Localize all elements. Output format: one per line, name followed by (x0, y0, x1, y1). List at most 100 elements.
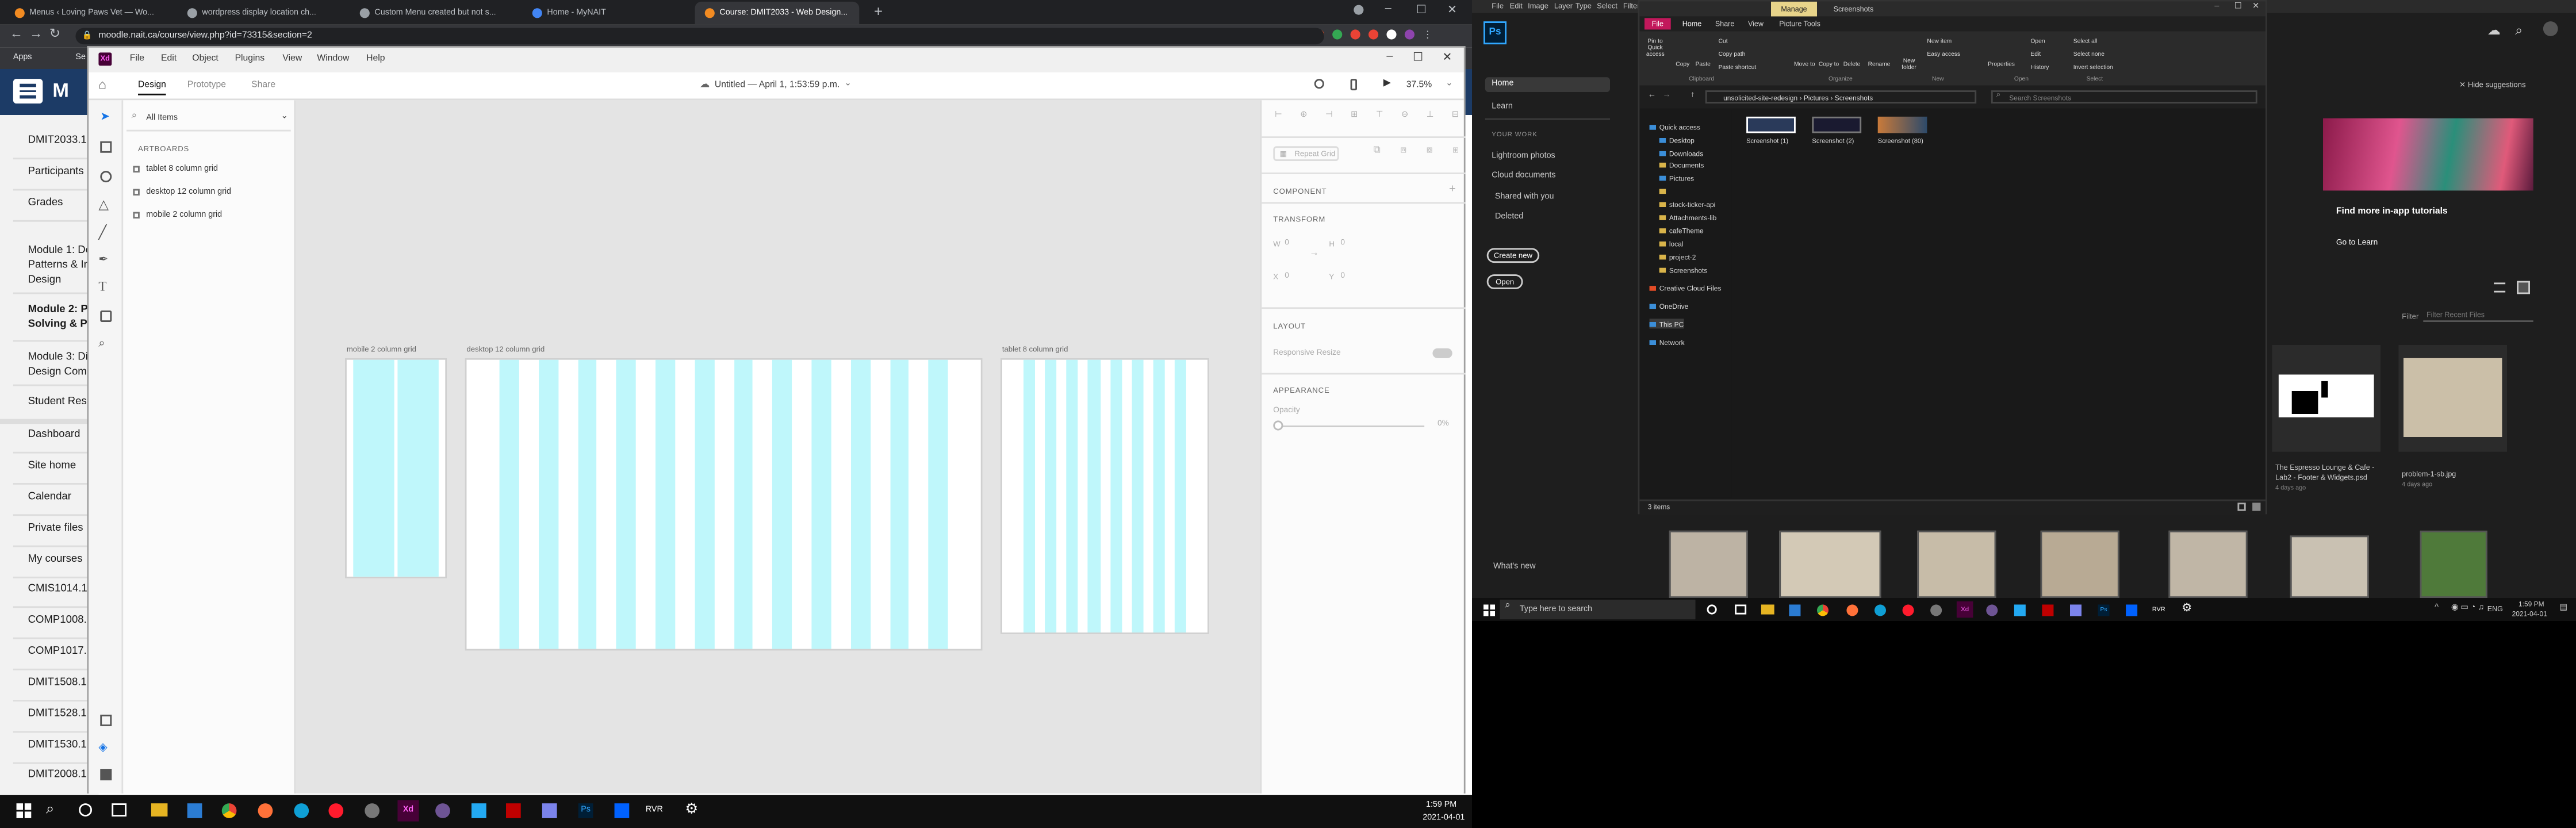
pen-tool-icon[interactable]: ✒ (98, 253, 108, 266)
bookmark-apps[interactable]: Apps (13, 52, 32, 62)
account-avatar[interactable] (2543, 21, 2558, 36)
tab-share[interactable]: Share (251, 80, 275, 90)
zoom-level[interactable]: 37.5% (1406, 80, 1432, 90)
recent-file-name[interactable]: The Espresso Lounge & Cafe - Lab2 - Foot… (2275, 463, 2384, 483)
notifications-icon[interactable]: ▤ (2559, 603, 2567, 613)
go-to-learn-link[interactable]: Go to Learn (2336, 240, 2378, 248)
play-icon[interactable]: ▶ (1383, 77, 1391, 89)
x-field[interactable]: 0 (1285, 273, 1289, 281)
nav-item[interactable]: OneDrive (1649, 301, 1688, 310)
menu-window[interactable]: Window (317, 54, 349, 64)
clock-time[interactable]: 1:59 PM (1426, 800, 1456, 810)
align-middle-icon[interactable]: ⊖ (1401, 110, 1408, 123)
pin-quick-access-button[interactable]: Pin to Quick access (1646, 38, 1665, 57)
teams-icon[interactable] (542, 803, 557, 818)
nav-item[interactable]: project-2 (1659, 251, 1696, 261)
text-tool-icon[interactable]: T (98, 279, 106, 294)
layer-artboard[interactable]: mobile 2 column grid (133, 207, 289, 222)
photo-thumbnail[interactable] (1669, 530, 1748, 598)
ribbon-tab-view[interactable]: View (1748, 20, 1764, 28)
ps-nav-home[interactable]: Home (1485, 77, 1610, 92)
extension-icon[interactable] (1386, 29, 1397, 40)
sidebar-item[interactable]: Grades (28, 197, 63, 209)
sidebar-item[interactable]: DMIT1528.1 (28, 708, 87, 719)
mobile-preview-icon[interactable] (1350, 79, 1357, 91)
sidebar-item[interactable]: Student Reso (28, 396, 93, 408)
copy-button[interactable]: Copy (1676, 61, 1689, 67)
nav-item[interactable]: Creative Cloud Files (1649, 282, 1721, 292)
layer-artboard[interactable]: tablet 8 column grid (133, 161, 289, 176)
search-icon[interactable]: ⌕ (46, 800, 54, 818)
sidebar-item[interactable]: DMIT2008.1 (28, 769, 87, 780)
document-title[interactable]: Untitled — April 1, 1:53:59 p.m. (715, 80, 840, 90)
clock-time[interactable]: 1:59 PM (2518, 600, 2544, 608)
photoshop-taskbar-icon[interactable]: Ps (578, 803, 593, 818)
menu-plugins[interactable]: Plugins (235, 54, 265, 64)
ps-deleted[interactable]: Deleted (1495, 212, 1523, 222)
opacity-slider[interactable] (1276, 425, 1425, 427)
easy-access-button[interactable]: Easy access (1927, 51, 1960, 57)
sidebar-item[interactable]: Calendar (28, 491, 71, 503)
ps-logo[interactable]: Ps (1483, 21, 1506, 45)
recent-file-name[interactable]: problem-1-sb.jpg (2402, 470, 2456, 478)
delete-button[interactable]: Delete (1843, 61, 1861, 67)
maximize-icon[interactable]: ☐ (2234, 2, 2242, 12)
address-bar[interactable]: moodle.nait.ca/course/view.php?id=73315&… (75, 28, 1324, 45)
sidebar-item[interactable]: DMIT1530.1 (28, 739, 87, 751)
windows-start-icon[interactable] (1483, 604, 1495, 616)
y-field[interactable]: 0 (1340, 273, 1345, 281)
maximize-icon[interactable]: ☐ (1413, 51, 1423, 64)
minimize-icon[interactable]: – (1386, 51, 1393, 63)
chevron-down-icon[interactable]: ⌄ (845, 79, 852, 89)
photo-thumbnail[interactable] (2420, 530, 2487, 598)
layer-filter[interactable]: All Items (146, 113, 178, 123)
chrome-icon[interactable] (221, 803, 237, 818)
ps-menu-filter[interactable]: Filter (1623, 2, 1640, 10)
browser-tab[interactable]: Custom Menu created but not s... (350, 2, 515, 25)
clock-date[interactable]: 2021-04-01 (2512, 610, 2547, 618)
sidebar-item[interactable]: CMIS1014.1 (28, 583, 87, 595)
breadcrumb-item[interactable]: unsolicited-site-redesign (1723, 94, 1797, 102)
app-icon[interactable] (1930, 604, 1942, 616)
ps-shared-with-you[interactable]: Shared with you (1495, 192, 1554, 202)
ps-menu-edit[interactable]: Edit (1510, 2, 1523, 10)
file-item[interactable]: Screenshot (2) (1809, 113, 1865, 150)
breadcrumb-item[interactable]: Pictures (1804, 94, 1828, 102)
nav-item[interactable]: Desktop (1659, 135, 1695, 144)
add-icon[interactable]: ⧉ (1374, 146, 1381, 161)
system-tray-icons[interactable]: ◉ ▭ ◔ ♫ (2451, 603, 2484, 613)
cortana-icon[interactable] (1707, 604, 1717, 615)
firefox-icon[interactable] (1846, 604, 1858, 616)
rvr-icon[interactable]: RVR (2152, 606, 2165, 612)
create-new-button[interactable]: Create new (1486, 248, 1540, 263)
windows-start-icon[interactable] (16, 803, 32, 818)
github-icon[interactable] (1986, 604, 1998, 616)
nav-item[interactable]: Documents (1659, 159, 1704, 169)
browser-tab[interactable]: Home - MyNAIT (523, 2, 687, 25)
nav-item[interactable]: Network (1649, 337, 1685, 347)
ps-cloud-documents[interactable]: Cloud documents (1492, 171, 1555, 181)
width-field[interactable]: 0 (1285, 240, 1289, 248)
artboard-tablet[interactable] (1000, 358, 1209, 634)
chevron-down-icon[interactable]: ⌄ (281, 112, 288, 121)
close-icon[interactable]: ✕ (1443, 51, 1452, 64)
open-button[interactable]: Open (1486, 274, 1523, 289)
photo-thumbnail[interactable] (2290, 535, 2369, 598)
menu-help[interactable]: Help (366, 54, 385, 64)
chevron-up-icon[interactable]: ^ (2435, 603, 2439, 613)
file-item[interactable]: Screenshot (80) (1874, 113, 1934, 150)
breadcrumb[interactable]: unsolicited-site-redesign › Pictures › S… (1705, 90, 1977, 103)
ribbon-tab-picture-tools[interactable]: Picture Tools (1779, 20, 1820, 28)
close-icon[interactable]: ✕ (1447, 3, 1457, 17)
photo-thumbnail[interactable] (1917, 530, 1996, 598)
xd-taskbar-icon[interactable]: Xd (1956, 601, 1973, 618)
manage-tab[interactable]: Manage (1771, 1, 1817, 17)
ribbon-tab-home[interactable]: Home (1682, 20, 1701, 28)
nav-item[interactable]: This PC (1649, 319, 1684, 329)
opacity-slider-handle[interactable] (1273, 420, 1283, 431)
nav-item[interactable]: Quick access (1649, 121, 1700, 131)
menu-icon[interactable]: ⋮ (1423, 29, 1432, 43)
copy-path-button[interactable]: Copy path (1719, 51, 1746, 57)
edit-button[interactable]: Edit (2030, 51, 2041, 57)
profile-icon[interactable] (1354, 5, 1364, 15)
